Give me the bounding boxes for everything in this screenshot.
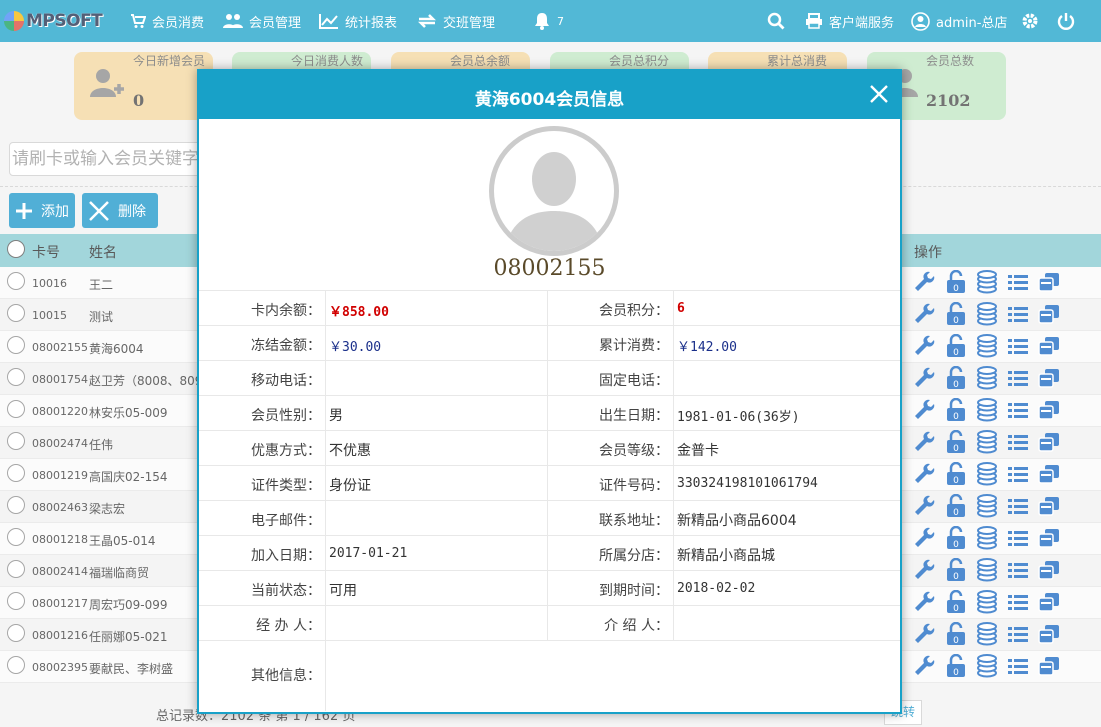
divider: [673, 501, 674, 536]
divider: [325, 396, 326, 431]
info-label: 移动电话：: [251, 373, 321, 389]
info-row: 会员性别： 男 出生日期： 1981-01-06(36岁): [199, 395, 900, 431]
info-label: 优惠方式：: [251, 443, 321, 459]
divider: [325, 606, 326, 641]
divider: [325, 571, 326, 606]
info-value: 2018-02-02: [677, 581, 756, 596]
info-value: ￥142.00: [677, 340, 737, 355]
info-label: 当前状态：: [251, 583, 321, 599]
divider: [325, 501, 326, 536]
info-value: 可用: [329, 583, 357, 599]
modal-header: 黄海6004会员信息: [199, 71, 900, 119]
divider: [325, 361, 326, 396]
info-label: 证件类型：: [251, 478, 321, 494]
divider: [325, 326, 326, 361]
info-row: 加入日期： 2017-01-21 所属分店： 新精品小商品城: [199, 535, 900, 571]
info-row: 当前状态： 可用 到期时间： 2018-02-02: [199, 570, 900, 606]
info-value: 新精品小商品6004: [677, 513, 797, 529]
info-value: 6: [677, 301, 685, 316]
info-row: 卡内余额： ￥858.00 会员积分： 6: [199, 290, 900, 326]
divider: [325, 291, 326, 326]
info-label: 其他信息：: [251, 668, 321, 684]
info-label: 固定电话：: [599, 373, 669, 389]
info-label: 加入日期：: [251, 548, 321, 564]
close-icon[interactable]: [868, 83, 890, 105]
info-label: 累计消费：: [599, 338, 669, 354]
info-value: 2017-01-21: [329, 546, 408, 561]
info-row-other: 其他信息：: [199, 640, 900, 711]
default-avatar-icon: [504, 152, 604, 251]
info-row: 电子邮件： 联系地址： 新精品小商品6004: [199, 500, 900, 536]
info-label: 证件号码：: [599, 478, 669, 494]
info-row: 经 办 人： 介 绍 人：: [199, 605, 900, 641]
info-label: 卡内余额：: [251, 303, 321, 319]
modal-title: 黄海6004会员信息: [474, 90, 625, 110]
info-value: 330324198101061794: [677, 476, 818, 491]
info-label: 所属分店：: [599, 548, 669, 564]
info-row: 优惠方式： 不优惠 会员等级： 金普卡: [199, 430, 900, 466]
info-value: ￥858.00: [329, 305, 389, 320]
info-value: 不优惠: [329, 443, 371, 459]
info-label: 会员积分：: [599, 303, 669, 319]
info-value: 新精品小商品城: [677, 548, 775, 564]
avatar: [489, 126, 619, 256]
divider: [673, 536, 674, 571]
info-label: 会员性别：: [251, 408, 321, 424]
member-card-number: 08002155: [493, 256, 606, 281]
info-label: 电子邮件：: [251, 513, 321, 529]
divider: [325, 431, 326, 466]
info-row: 冻结金额： ￥30.00 累计消费： ￥142.00: [199, 325, 900, 361]
info-label: 冻结金额：: [251, 338, 321, 354]
info-value: 男: [329, 408, 343, 424]
divider: [673, 431, 674, 466]
info-label: 经 办 人：: [256, 618, 321, 634]
divider: [673, 606, 674, 641]
info-value: 金普卡: [677, 443, 719, 459]
member-info-modal: 黄海6004会员信息 08002155 卡内余额： ￥858.00 会员积分： 6 冻结…: [197, 69, 902, 714]
info-value: 身份证: [329, 478, 371, 494]
info-label: 到期时间：: [599, 583, 669, 599]
divider: [673, 466, 674, 501]
info-value: ￥30.00: [329, 340, 382, 355]
info-row: 移动电话： 固定电话：: [199, 360, 900, 396]
info-label: 会员等级：: [599, 443, 669, 459]
info-label: 出生日期：: [599, 408, 669, 424]
divider: [673, 396, 674, 431]
divider: [325, 641, 326, 711]
info-label: 介 绍 人：: [604, 618, 669, 634]
info-value: 1981-01-06(36岁): [677, 410, 800, 425]
divider: [673, 571, 674, 606]
info-label: 联系地址：: [599, 513, 669, 529]
divider: [325, 466, 326, 501]
divider: [673, 361, 674, 396]
divider: [673, 291, 674, 326]
info-row: 证件类型： 身份证 证件号码： 330324198101061794: [199, 465, 900, 501]
divider: [325, 536, 326, 571]
divider: [673, 326, 674, 361]
